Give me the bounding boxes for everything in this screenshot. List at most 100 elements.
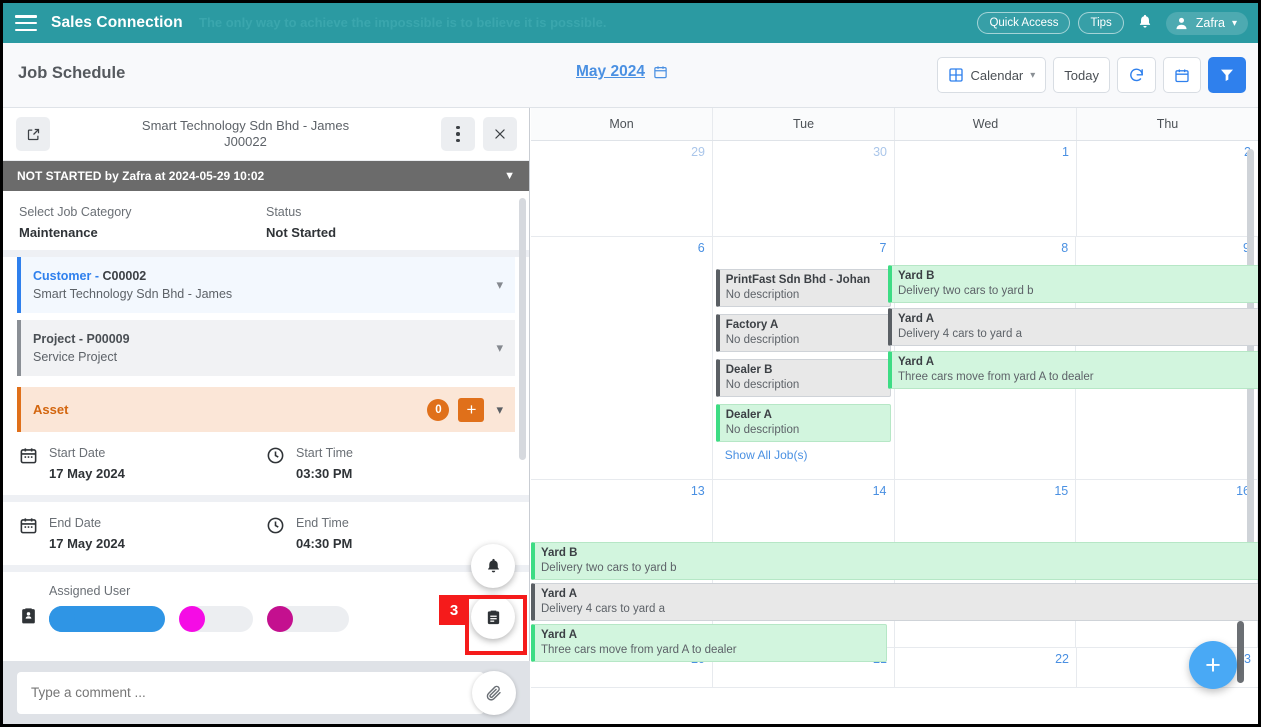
show-all-jobs-link[interactable]: Show All Job(s) — [713, 444, 894, 462]
calendar-toolbar: Calendar ▾ Today — [936, 57, 1246, 93]
asset-count-badge: 0 — [427, 398, 450, 421]
event-title: Yard A — [898, 356, 935, 368]
filter-button[interactable] — [1208, 57, 1246, 93]
chevron-down-icon[interactable]: ▾ — [496, 277, 503, 293]
job-status-banner[interactable]: NOT STARTED by Zafra at 2024-05-29 10:02… — [3, 161, 529, 191]
project-card-name: Service Project — [33, 350, 118, 364]
view-selector-button[interactable]: Calendar ▾ — [936, 57, 1047, 93]
chevron-down-icon: ▼ — [504, 170, 515, 182]
event-description: No description — [725, 424, 800, 436]
job-status-text: NOT STARTED by Zafra at 2024-05-29 10:02 — [17, 169, 265, 183]
event-title: Yard B — [541, 547, 578, 559]
calendar-event[interactable]: Yard A Delivery 4 cars to yard a — [531, 583, 1258, 621]
avatar — [267, 606, 293, 632]
checklist-clipboard-button[interactable] — [471, 595, 515, 639]
calendar-event[interactable]: Factory A No description — [715, 314, 891, 352]
end-time-value: 04:30 PM — [296, 536, 353, 551]
event-description: No description — [725, 334, 800, 346]
reminder-bell-button[interactable] — [471, 544, 515, 588]
chevron-down-icon[interactable]: ▾ — [496, 402, 503, 418]
month-selector[interactable]: May 2024 — [576, 63, 668, 81]
calendar-event[interactable]: Yard A Delivery 4 cars to yard a — [888, 308, 1258, 346]
close-icon[interactable] — [483, 117, 517, 151]
calendar-icon — [20, 518, 37, 534]
calendar-day-cell[interactable]: 7 PrintFast Sdn Bhd - Johan No descripti… — [713, 237, 895, 479]
comment-input[interactable] — [17, 671, 484, 714]
calendar-day-cell[interactable]: 6 — [531, 237, 713, 479]
calendar-event[interactable]: Dealer B No description — [715, 359, 891, 397]
kebab-menu-icon[interactable] — [441, 117, 475, 151]
calendar-event[interactable]: Yard A Three cars move from yard A to de… — [531, 624, 887, 662]
customer-card-content: Customer - C00002 Smart Technology Sdn B… — [33, 269, 488, 301]
add-asset-button[interactable]: + — [458, 397, 485, 422]
tips-button[interactable]: Tips — [1078, 12, 1124, 34]
job-customer-title: Smart Technology Sdn Bhd - James — [141, 118, 350, 133]
event-title: Yard B — [898, 270, 935, 282]
job-number: J00022 — [224, 134, 267, 149]
event-title: Dealer B — [725, 364, 773, 376]
page-subheader: Job Schedule May 2024 Calendar ▾ Today — [3, 43, 1258, 108]
notification-bell-icon[interactable] — [1132, 13, 1158, 34]
date-picker-button[interactable] — [1163, 57, 1201, 93]
day-events-list: PrintFast Sdn Bhd - Johan No description… — [713, 269, 894, 462]
end-date-text: End Date 17 May 2024 — [49, 516, 125, 551]
current-month-label: May 2024 — [576, 63, 645, 80]
calendar-week-row: 29 30 1 2 — [531, 141, 1258, 237]
start-datetime-row: Start Date 17 May 2024 Start Time 03:30 … — [3, 432, 529, 495]
multiday-event-band: Yard B Delivery two cars to yard b Yard … — [888, 265, 1258, 391]
multiday-event-band: Yard B Delivery two cars to yard b Yard … — [531, 542, 1258, 664]
assigned-user-chips — [49, 606, 349, 632]
calendar-event[interactable]: Yard B Delivery two cars to yard b — [888, 265, 1258, 303]
clock-icon — [267, 517, 284, 534]
attach-file-button[interactable] — [472, 670, 516, 715]
user-menu-button[interactable]: Zafra ▾ — [1165, 11, 1248, 35]
job-panel-scrollbar[interactable] — [519, 198, 526, 460]
calendar-event[interactable]: PrintFast Sdn Bhd - Johan No description — [715, 269, 891, 307]
project-card-content: Project - P00009 Service Project — [33, 332, 488, 364]
customer-card-label: Customer - — [33, 269, 99, 283]
event-description: No description — [725, 289, 800, 301]
expand-panel-button[interactable] — [16, 117, 50, 151]
calendar-event[interactable]: Dealer A No description — [715, 404, 891, 442]
day-header-wed: Wed — [895, 108, 1077, 140]
event-description: No description — [725, 379, 800, 391]
assigned-user-chip[interactable] — [49, 606, 165, 632]
day-number: 6 — [697, 241, 705, 255]
calendar-day-cell[interactable]: 29 — [531, 141, 713, 236]
clock-icon — [267, 447, 284, 464]
section-divider — [3, 565, 529, 572]
start-date-field: Start Date 17 May 2024 — [19, 446, 266, 481]
end-time-label: End Time — [296, 516, 349, 530]
start-time-text: Start Time 03:30 PM — [296, 446, 353, 481]
end-date-field: End Date 17 May 2024 — [19, 516, 266, 551]
today-button[interactable]: Today — [1053, 57, 1110, 93]
assigned-user-chip[interactable] — [267, 606, 349, 632]
job-detail-header: Smart Technology Sdn Bhd - James J00022 — [3, 108, 529, 161]
calendar-icon — [653, 64, 668, 80]
customer-card[interactable]: Customer - C00002 Smart Technology Sdn B… — [17, 257, 515, 313]
assigned-user-content: Assigned User — [49, 584, 349, 632]
add-job-fab[interactable]: + — [1189, 641, 1237, 689]
calendar-view: Mon Tue Wed Thu 29 30 1 2 6 7 PrintFast … — [531, 108, 1258, 724]
calendar-week-row: 6 7 PrintFast Sdn Bhd - Johan No descrip… — [531, 237, 1258, 480]
event-description: Three cars move from yard A to dealer — [541, 644, 737, 656]
calendar-day-headers: Mon Tue Wed Thu — [531, 108, 1258, 141]
chevron-down-icon[interactable]: ▾ — [496, 340, 503, 356]
calendar-event[interactable]: Yard A Three cars move from yard A to de… — [888, 351, 1258, 389]
day-number: 16 — [1236, 484, 1250, 498]
refresh-button[interactable] — [1117, 57, 1156, 93]
calendar-day-cell[interactable]: 2 — [1077, 141, 1258, 236]
assigned-user-chip[interactable] — [179, 606, 253, 632]
calendar-day-cell[interactable]: 1 — [895, 141, 1077, 236]
event-description: Delivery 4 cars to yard a — [541, 603, 665, 615]
day-number: 15 — [1054, 484, 1069, 498]
calendar-event[interactable]: Yard B Delivery two cars to yard b — [531, 542, 1258, 580]
calendar-day-cell[interactable]: 30 — [713, 141, 895, 236]
asset-label: Asset — [33, 402, 69, 417]
project-card[interactable]: Project - P00009 Service Project ▾ — [17, 320, 515, 376]
section-divider — [3, 250, 529, 257]
event-description: Delivery two cars to yard b — [541, 562, 677, 574]
asset-section[interactable]: Asset 0 + ▾ — [17, 387, 515, 432]
quick-access-button[interactable]: Quick Access — [977, 12, 1071, 34]
hamburger-menu-icon[interactable] — [15, 15, 37, 31]
